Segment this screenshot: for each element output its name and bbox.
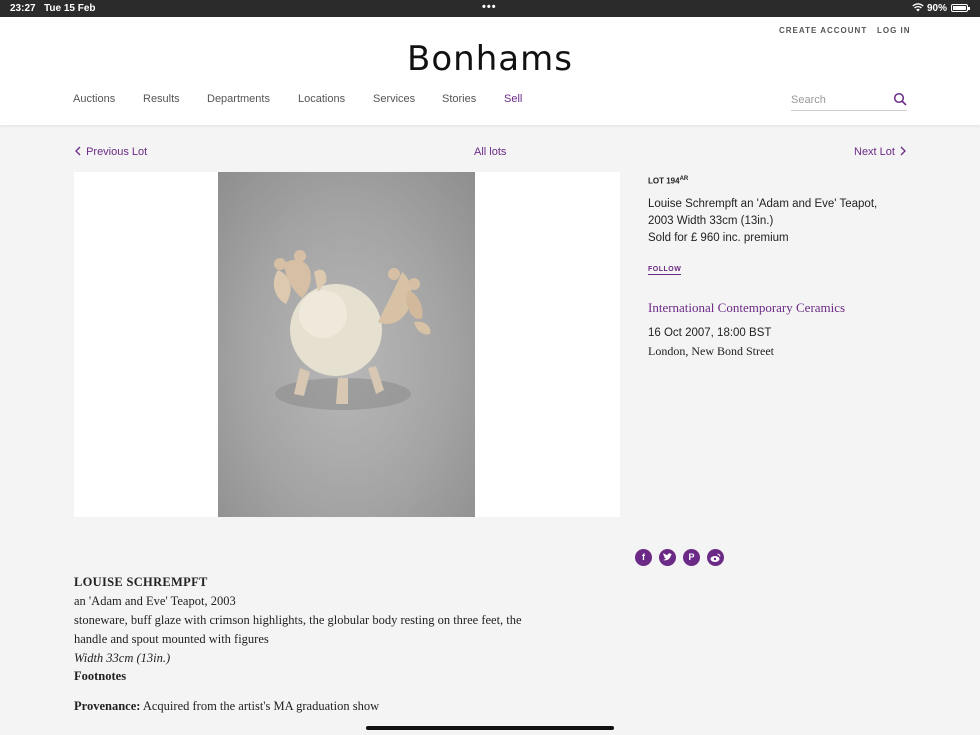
lot-title: Louise Schrempft an 'Adam and Eve' Teapo… (648, 196, 908, 247)
battery-icon (951, 4, 970, 12)
description-artist: LOUISE SCHREMPFT (74, 575, 208, 589)
search-input[interactable]: Search (791, 89, 907, 111)
teapot-illustration (273, 250, 431, 410)
description-dimensions: Width 33cm (13in.) (74, 651, 171, 665)
provenance-label: Provenance: (74, 699, 141, 713)
description-line1: stoneware, buff glaze with crimson highl… (74, 613, 522, 627)
twitter-bird-icon (663, 553, 672, 561)
status-time: 23:27 (10, 3, 36, 14)
follow-button[interactable]: FOLLOW (648, 266, 682, 275)
battery-percentage: 90% (927, 3, 948, 14)
nav-sell[interactable]: Sell (504, 93, 522, 105)
lot-photo[interactable] (218, 172, 475, 517)
status-date: Tue 15 Feb (44, 3, 96, 14)
lot-sold-price: Sold for £ 960 inc. premium (648, 232, 789, 244)
search-icon[interactable] (893, 92, 907, 106)
nav-auctions[interactable]: Auctions (73, 93, 115, 105)
lot-number-text: LOT 194 (648, 176, 680, 186)
weibo-eye-icon (710, 553, 721, 562)
next-lot-link[interactable]: Next Lot (854, 146, 907, 158)
pinterest-icon[interactable]: P (683, 549, 700, 566)
provenance-text: Acquired from the artist's MA graduation… (140, 699, 380, 713)
all-lots-link[interactable]: All lots (474, 146, 506, 158)
home-indicator[interactable] (366, 726, 614, 730)
sale-name-link[interactable]: International Contemporary Ceramics (648, 300, 845, 316)
lot-number: LOT 194AR (648, 176, 688, 186)
twitter-icon[interactable] (659, 549, 676, 566)
facebook-icon[interactable]: f (635, 549, 652, 566)
nav-locations[interactable]: Locations (298, 93, 345, 105)
footnotes-heading: Footnotes (74, 669, 127, 683)
sale-date: 16 Oct 2007, 18:00 BST (648, 327, 772, 339)
create-account-link[interactable]: CREATE ACCOUNT (779, 26, 867, 35)
bonhams-logo[interactable]: Bonhams (0, 39, 980, 79)
log-in-link[interactable]: LOG IN (877, 26, 911, 35)
lot-title-line1: Louise Schrempft an 'Adam and Eve' Teapo… (648, 198, 878, 210)
lot-image-panel (74, 172, 620, 517)
next-lot-label: Next Lot (854, 146, 895, 158)
status-bar: 23:27 Tue 15 Feb ••• 90% (0, 0, 980, 17)
weibo-icon[interactable] (707, 549, 724, 566)
chevron-left-icon (75, 146, 81, 156)
nav-results[interactable]: Results (143, 93, 180, 105)
description-line2: handle and spout mounted with figures (74, 632, 269, 646)
wifi-icon (912, 3, 924, 12)
nav-stories[interactable]: Stories (442, 93, 476, 105)
site-header: CREATE ACCOUNT LOG IN Bonhams Auctions R… (0, 17, 980, 125)
nav-services[interactable]: Services (373, 93, 415, 105)
lot-title-line2: 2003 Width 33cm (13in.) (648, 215, 774, 227)
previous-lot-label: Previous Lot (86, 146, 148, 158)
sale-location: London, New Bond Street (648, 344, 774, 358)
lot-number-sup: AR (679, 176, 689, 182)
search-placeholder: Search (791, 94, 826, 106)
description-title: an 'Adam and Eve' Teapot, 2003 (74, 594, 236, 608)
nav-departments[interactable]: Departments (207, 93, 270, 105)
chevron-right-icon (900, 146, 906, 156)
multitask-dots[interactable]: ••• (482, 1, 497, 13)
previous-lot-link[interactable]: Previous Lot (74, 146, 147, 158)
provenance: Provenance: Acquired from the artist's M… (74, 699, 379, 714)
